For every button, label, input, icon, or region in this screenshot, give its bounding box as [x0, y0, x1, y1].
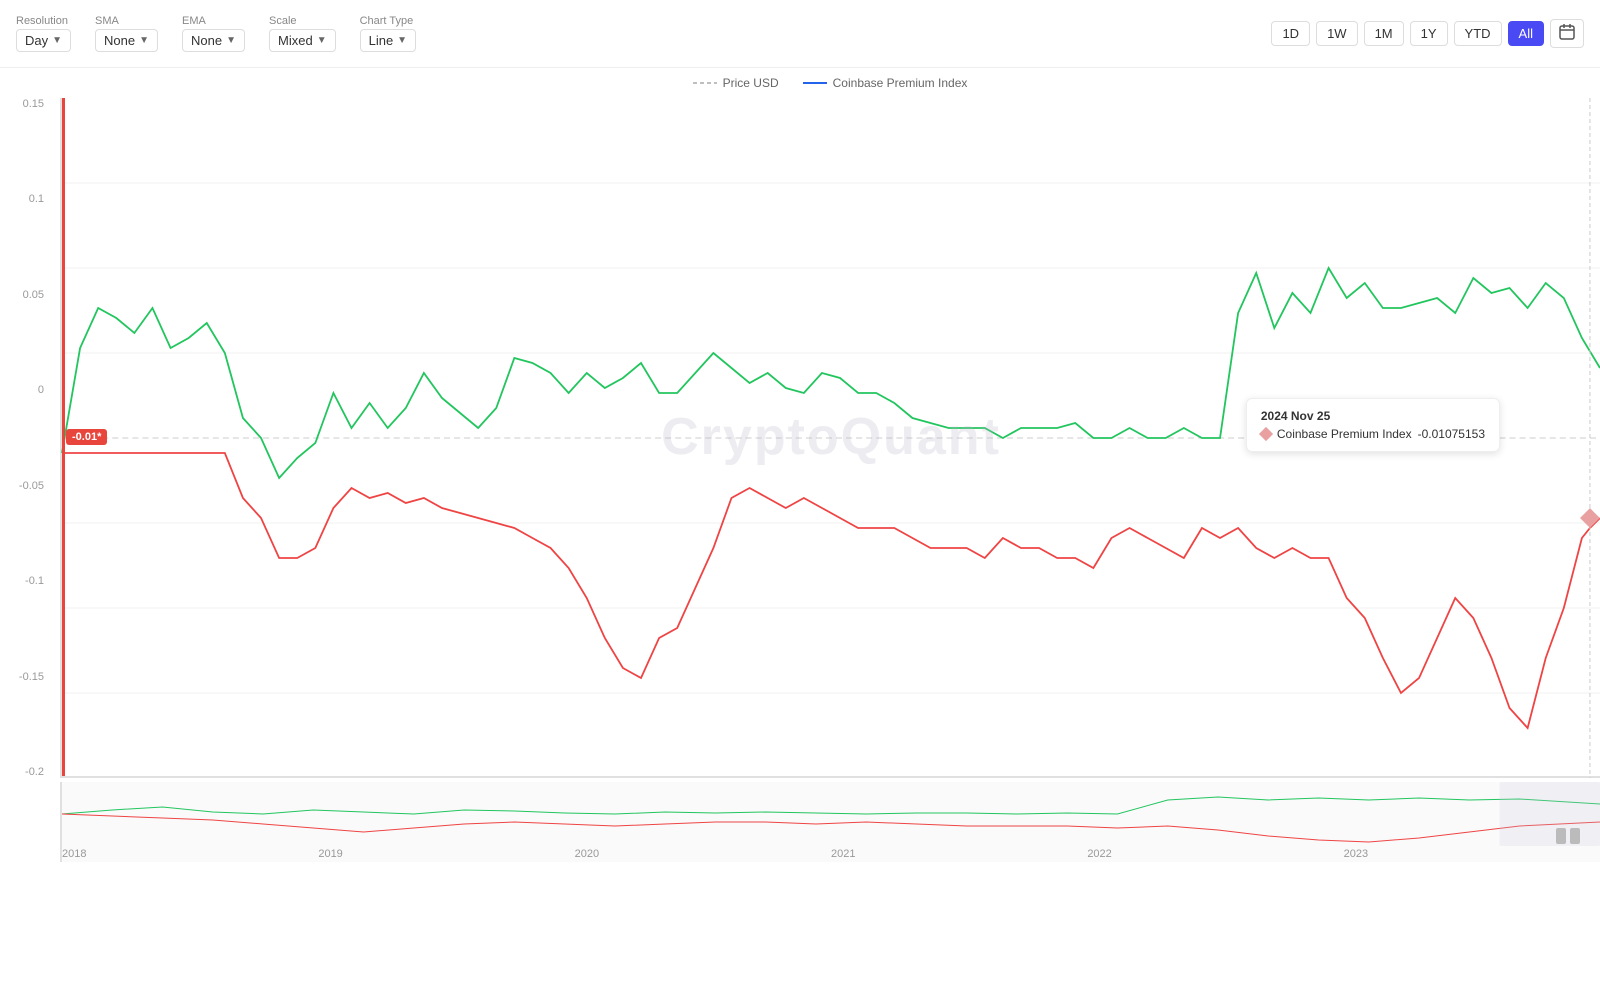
tooltip-box: 2024 Nov 25 Coinbase Premium Index -0.01…	[1246, 398, 1500, 452]
chart-type-group: Chart Type Line ▼	[360, 15, 416, 52]
resolution-arrow: ▼	[52, 35, 62, 46]
main-chart: CryptoQuant -0.01*	[60, 98, 1600, 778]
tooltip-value: -0.01075153	[1418, 427, 1485, 441]
x-mini-2019: 2019	[318, 848, 342, 860]
red-indicator-bar	[62, 98, 65, 776]
x-mini-2020: 2020	[575, 848, 599, 860]
sma-value: None	[104, 33, 135, 48]
chart-type-select[interactable]: Line ▼	[360, 29, 416, 52]
chart-container: 0.15 0.1 0.05 0 -0.05 -0.1 -0.15 -0.2 Pr…	[0, 68, 1600, 908]
y-label-n020: -0.2	[25, 766, 44, 778]
resolution-group: Resolution Day ▼	[16, 15, 71, 52]
premium-index-line-icon	[803, 78, 827, 88]
time-btn-1w[interactable]: 1W	[1316, 21, 1358, 46]
mini-chart: 2018 2019 2020 2021 2022 2023	[60, 782, 1600, 862]
sma-select[interactable]: None ▼	[95, 29, 158, 52]
y-label-015: 0.15	[23, 98, 44, 110]
scale-arrow: ▼	[317, 35, 327, 46]
resolution-value: Day	[25, 33, 48, 48]
chart-type-label: Chart Type	[360, 15, 416, 27]
y-label-n005: -0.05	[19, 480, 44, 492]
x-mini-2018: 2018	[62, 848, 86, 860]
mini-svg-chart	[62, 782, 1600, 846]
y-label-n015: -0.15	[19, 671, 44, 683]
scrollbar-right-handle[interactable]	[1570, 828, 1580, 844]
time-btn-1m[interactable]: 1M	[1364, 21, 1404, 46]
legend-price-usd-label: Price USD	[723, 76, 779, 90]
ema-group: EMA None ▼	[182, 15, 245, 52]
chart-type-value: Line	[369, 33, 394, 48]
y-label-010: 0.1	[29, 193, 44, 205]
ema-arrow: ▼	[226, 35, 236, 46]
sma-label: SMA	[95, 15, 158, 27]
chart-area: Price USD Coinbase Premium Index CryptoQ…	[60, 68, 1600, 908]
y-axis: 0.15 0.1 0.05 0 -0.05 -0.1 -0.15 -0.2	[0, 98, 60, 848]
current-value-badge: -0.01*	[66, 429, 107, 445]
x-axis-mini: 2018 2019 2020 2021 2022 2023	[62, 846, 1600, 860]
ema-label: EMA	[182, 15, 245, 27]
ema-select[interactable]: None ▼	[182, 29, 245, 52]
time-controls: 1D 1W 1M 1Y YTD All	[1271, 19, 1584, 48]
tooltip-date: 2024 Nov 25	[1261, 409, 1485, 423]
time-btn-1d[interactable]: 1D	[1271, 21, 1310, 46]
sma-group: SMA None ▼	[95, 15, 158, 52]
tooltip-diamond-icon	[1259, 427, 1273, 441]
resolution-label: Resolution	[16, 15, 71, 27]
y-label-005: 0.05	[23, 289, 44, 301]
legend-price-usd: Price USD	[693, 76, 779, 90]
legend-premium-index: Coinbase Premium Index	[803, 76, 968, 90]
scale-value: Mixed	[278, 33, 313, 48]
chart-type-arrow: ▼	[397, 35, 407, 46]
scale-group: Scale Mixed ▼	[269, 15, 336, 52]
scrollbar-left-handle[interactable]	[1556, 828, 1566, 844]
scale-label: Scale	[269, 15, 336, 27]
legend-premium-index-label: Coinbase Premium Index	[833, 76, 968, 90]
scale-select[interactable]: Mixed ▼	[269, 29, 336, 52]
y-label-000: 0	[38, 384, 44, 396]
legend: Price USD Coinbase Premium Index	[60, 68, 1600, 98]
x-mini-2022: 2022	[1087, 848, 1111, 860]
time-btn-1y[interactable]: 1Y	[1410, 21, 1448, 46]
tooltip-indicator: Coinbase Premium Index	[1277, 427, 1412, 441]
x-mini-2023: 2023	[1344, 848, 1368, 860]
scrollbar-area[interactable]	[1556, 828, 1580, 844]
time-btn-ytd[interactable]: YTD	[1454, 21, 1502, 46]
price-usd-line-icon	[693, 78, 717, 88]
resolution-select[interactable]: Day ▼	[16, 29, 71, 52]
calendar-button[interactable]	[1550, 19, 1584, 48]
calendar-icon	[1559, 24, 1575, 40]
y-label-n010: -0.1	[25, 575, 44, 587]
sma-arrow: ▼	[139, 35, 149, 46]
x-mini-2021: 2021	[831, 848, 855, 860]
ema-value: None	[191, 33, 222, 48]
toolbar: Resolution Day ▼ SMA None ▼ EMA None ▼ S…	[0, 0, 1600, 68]
tooltip-row: Coinbase Premium Index -0.01075153	[1261, 427, 1485, 441]
time-btn-all[interactable]: All	[1508, 21, 1544, 46]
